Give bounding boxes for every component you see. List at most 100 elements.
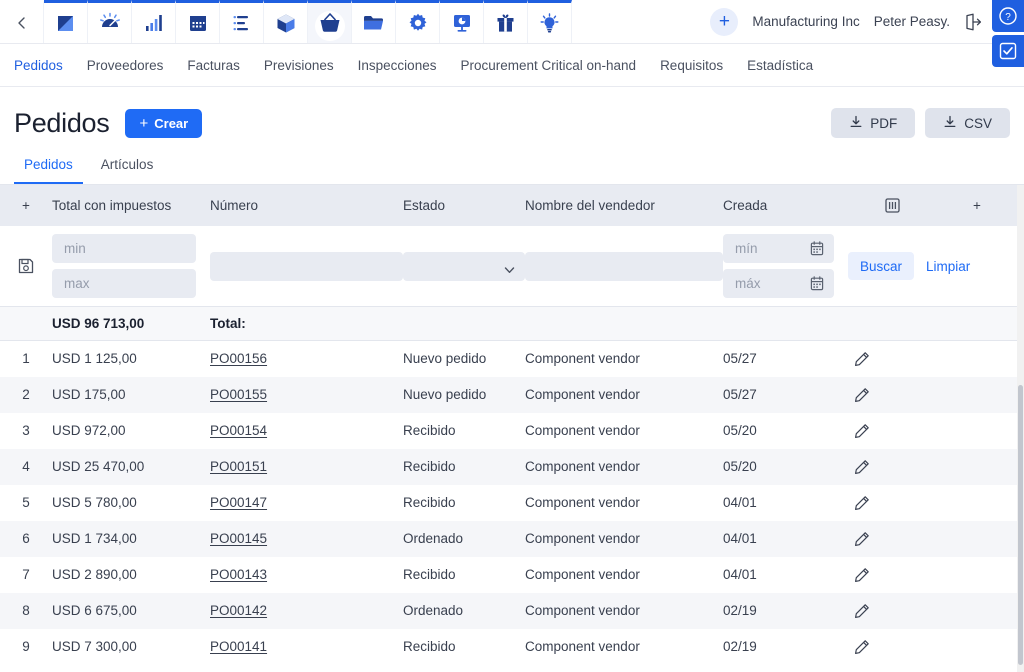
filter-creada-max-input[interactable] (723, 269, 834, 298)
export-csv-button[interactable]: CSV (925, 108, 1010, 138)
calendar-icon[interactable] (176, 0, 220, 43)
nav-item-previsiones[interactable]: Previsiones (264, 58, 334, 73)
header-estado[interactable]: Estado (403, 185, 525, 226)
nav-item-facturas[interactable]: Facturas (187, 58, 240, 73)
row-actions (848, 593, 936, 629)
lightbulb-icon[interactable] (528, 0, 572, 43)
table-row[interactable]: 5 USD 5 780,00 PO00147 Recibido Component ve… (0, 484, 1018, 521)
filter-numero-input[interactable] (210, 251, 403, 281)
gear-icon[interactable] (396, 0, 440, 43)
row-actions (848, 629, 936, 665)
row-index: 1 (22, 351, 30, 367)
search-button[interactable]: Buscar (848, 252, 915, 280)
save-icon[interactable] (0, 257, 52, 275)
pencil-icon[interactable] (854, 351, 870, 367)
header-add-column-left[interactable]: + (0, 185, 52, 226)
table-row[interactable]: 8 USD 6 675,00 PO00142 Ordenado Component ve… (0, 592, 1018, 629)
filter-total-min-input[interactable] (52, 234, 196, 263)
pencil-icon[interactable] (854, 567, 870, 583)
row-numero-link[interactable]: PO00151 (210, 459, 267, 474)
pencil-icon[interactable] (854, 603, 870, 619)
total-row: USD 96 713,00 Total: (0, 306, 1018, 341)
header-numero[interactable]: Número (210, 185, 403, 226)
row-vendedor: Component vendor (525, 459, 640, 474)
box-icon[interactable] (264, 0, 308, 43)
pencil-icon[interactable] (854, 495, 870, 511)
pencil-icon[interactable] (854, 387, 870, 403)
row-numero-cell: PO00154 (210, 413, 403, 449)
nav-item-proveedores[interactable]: Proveedores (87, 58, 164, 73)
row-actions (848, 449, 936, 485)
check-square-icon[interactable] (992, 35, 1024, 67)
row-creada: 05/27 (723, 351, 757, 367)
row-numero-link[interactable]: PO00145 (210, 531, 267, 546)
nav-item-procurement-critical-on-hand[interactable]: Procurement Critical on-hand (460, 58, 636, 73)
tab-articulos[interactable]: Artículos (91, 151, 164, 184)
row-numero-cell: PO00151 (210, 449, 403, 485)
filter-estado-select[interactable]: Nuevo pedidoRecibidoOrdenado (403, 251, 525, 281)
row-numero-link[interactable]: PO00156 (210, 351, 267, 366)
table-row[interactable]: 1 USD 1 125,00 PO00156 Nuevo pedido Componen… (0, 340, 1018, 377)
header-nombre-del-vendedor[interactable]: Nombre del vendedor (525, 185, 723, 226)
row-estado: Recibido (403, 495, 456, 510)
pencil-icon[interactable] (854, 531, 870, 547)
monitor-chart-icon[interactable] (440, 0, 484, 43)
header-add-column-right[interactable]: + (936, 185, 1018, 226)
row-numero-link[interactable]: PO00154 (210, 423, 267, 438)
nav-item-inspecciones[interactable]: Inspecciones (358, 58, 437, 73)
user-name[interactable]: Peter Peasy. (874, 14, 950, 29)
header-columns-settings[interactable] (848, 185, 936, 226)
gift-icon[interactable] (484, 0, 528, 43)
filter-creada-min-input[interactable] (723, 234, 834, 263)
scrollbar-thumb[interactable] (1018, 385, 1023, 665)
row-vendedor: Component vendor (525, 639, 640, 654)
header-creada[interactable]: Creada (723, 185, 848, 226)
row-total: USD 5 780,00 (52, 495, 137, 510)
row-numero-link[interactable]: PO00147 (210, 495, 267, 510)
filter-vendedor-input[interactable] (525, 251, 723, 281)
row-estado: Nuevo pedido (403, 387, 487, 402)
create-button[interactable]: + Crear (125, 108, 203, 138)
clear-button[interactable]: Limpiar (920, 252, 976, 280)
folder-icon[interactable] (352, 0, 396, 43)
row-index: 3 (22, 423, 30, 438)
logout-icon[interactable] (964, 13, 982, 31)
filter-total-max-input[interactable] (52, 269, 196, 298)
row-numero-link[interactable]: PO00142 (210, 603, 267, 618)
help-circle-icon[interactable]: ? (992, 0, 1024, 32)
back-button[interactable] (0, 0, 44, 43)
bar-chart-icon[interactable] (132, 0, 176, 43)
total-row-label: Total: (210, 306, 403, 341)
row-actions (848, 521, 936, 557)
nav-item-estadistica[interactable]: Estadística (747, 58, 813, 73)
row-numero-link[interactable]: PO00141 (210, 639, 267, 654)
table-row[interactable]: 7 USD 2 890,00 PO00143 Recibido Component ve… (0, 556, 1018, 593)
row-numero-link[interactable]: PO00143 (210, 567, 267, 582)
table-row[interactable]: 6 USD 1 734,00 PO00145 Ordenado Component ve… (0, 520, 1018, 557)
pencil-icon[interactable] (854, 639, 870, 655)
tab-pedidos[interactable]: Pedidos (14, 151, 83, 184)
table-row[interactable]: 4 USD 25 470,00 PO00151 Recibido Component v… (0, 448, 1018, 485)
header-total-con-impuestos[interactable]: Total con impuestos (52, 185, 210, 226)
row-actions (848, 485, 936, 521)
row-numero-cell: PO00155 (210, 377, 403, 413)
row-numero-link[interactable]: PO00155 (210, 387, 267, 402)
pencil-icon[interactable] (854, 423, 870, 439)
dashboard-icon[interactable] (44, 0, 88, 43)
nav-item-requisitos[interactable]: Requisitos (660, 58, 723, 73)
table-row[interactable]: 9 USD 7 300,00 PO00141 Recibido Component ve… (0, 628, 1018, 665)
pencil-icon[interactable] (854, 459, 870, 475)
row-numero-cell: PO00141 (210, 629, 403, 665)
table-row[interactable]: 3 USD 972,00 PO00154 Recibido Component vend… (0, 412, 1018, 449)
basket-icon[interactable] (308, 0, 352, 43)
vertical-scrollbar[interactable] (1017, 185, 1024, 672)
nav-item-pedidos[interactable]: Pedidos (14, 58, 63, 73)
add-button[interactable]: + (710, 7, 739, 36)
filter-estado-cell: Nuevo pedidoRecibidoOrdenado (403, 226, 525, 307)
export-pdf-button[interactable]: PDF (831, 108, 916, 138)
table-row[interactable]: 2 USD 175,00 PO00155 Nuevo pedido Component … (0, 376, 1018, 413)
gauge-icon[interactable] (88, 0, 132, 43)
row-creada: 05/20 (723, 423, 757, 438)
tasks-icon[interactable] (220, 0, 264, 43)
appbar-right-group: + Manufacturing Inc Peter Peasy. (710, 0, 1024, 43)
